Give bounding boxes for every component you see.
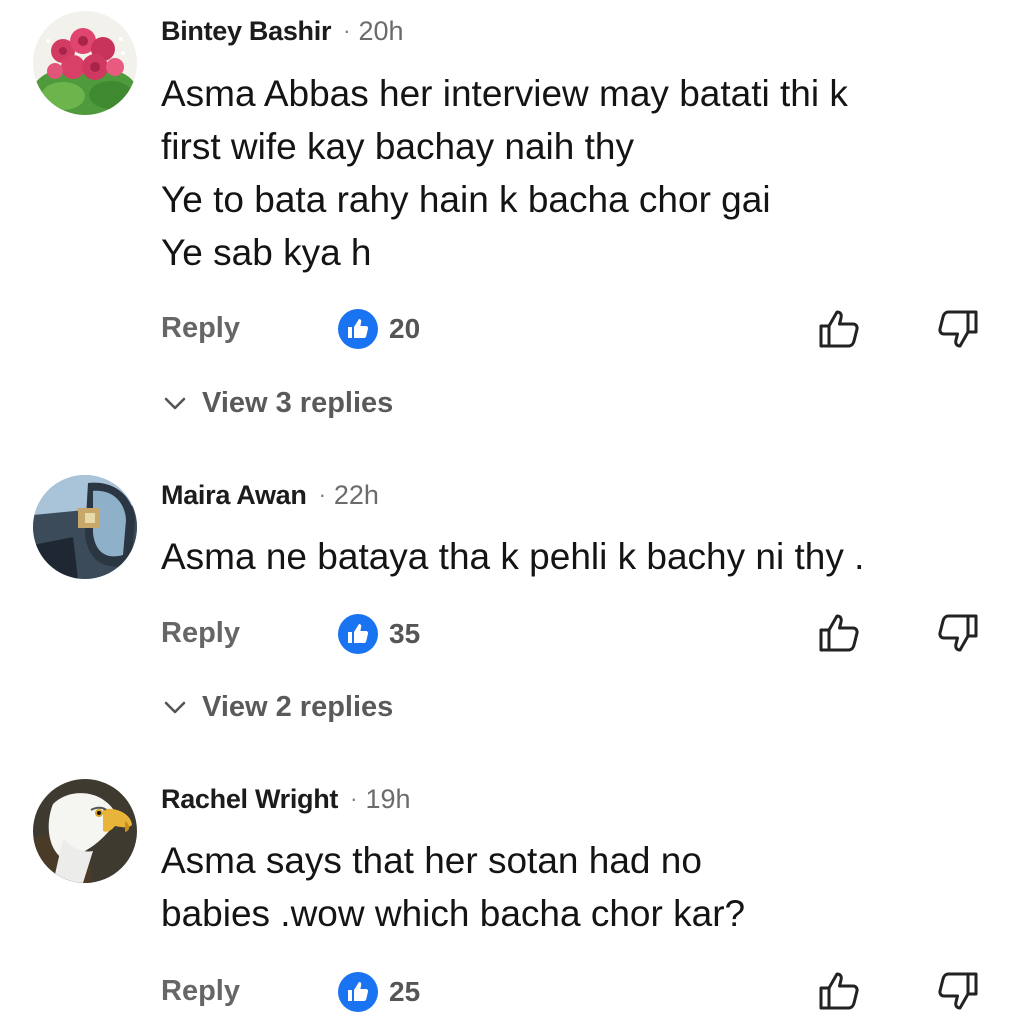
meta-separator: · <box>343 18 351 43</box>
thumbs-down-icon[interactable] <box>936 611 980 655</box>
avatar[interactable] <box>33 475 137 579</box>
car-mirror-icon <box>33 475 137 579</box>
chevron-down-icon <box>164 397 186 410</box>
avatar[interactable] <box>33 11 137 115</box>
like-count: 35 <box>389 618 421 649</box>
author-name[interactable]: Maira Awan <box>161 480 307 511</box>
like-summary: 20 <box>338 309 420 349</box>
like-badge-icon <box>338 972 378 1012</box>
eagle-icon <box>33 779 137 883</box>
comments-feed: Bintey Bashir · 20h Asma Abbas her inter… <box>0 0 1024 1024</box>
meta-separator: · <box>350 786 358 811</box>
avatar[interactable] <box>33 779 137 883</box>
thumbs-up-icon[interactable] <box>817 969 861 1013</box>
view-replies-button[interactable]: View 3 replies <box>160 385 393 421</box>
like-count: 20 <box>389 313 421 344</box>
view-replies-button[interactable]: View 2 replies <box>160 689 393 725</box>
comment-text: Asma Abbas her interview may batati thi … <box>161 73 848 273</box>
like-count: 25 <box>389 976 421 1007</box>
comment-header: Rachel Wright · 19h <box>161 781 411 817</box>
comment-header: Bintey Bashir · 20h <box>161 13 404 49</box>
author-name[interactable]: Rachel Wright <box>161 784 338 815</box>
author-name[interactable]: Bintey Bashir <box>161 16 331 47</box>
thumbs-down-icon[interactable] <box>936 307 980 351</box>
comment-text: Asma ne bataya tha k pehli k bachy ni th… <box>161 536 865 577</box>
comment-time: 19h <box>365 783 411 814</box>
reply-button[interactable]: Reply <box>161 310 240 346</box>
comment-text: Asma says that her sotan had no babies .… <box>161 840 746 934</box>
comment-time: 22h <box>333 479 379 510</box>
like-summary: 35 <box>338 614 420 654</box>
comment-header: Maira Awan · 22h <box>161 477 379 513</box>
like-badge-icon <box>338 614 378 654</box>
like-badge-icon <box>338 309 378 349</box>
view-replies-label: View 3 replies <box>202 386 394 419</box>
reply-button[interactable]: Reply <box>161 615 240 651</box>
like-summary: 25 <box>338 972 420 1012</box>
thumbs-up-icon[interactable] <box>817 611 861 655</box>
thumbs-down-icon[interactable] <box>936 969 980 1013</box>
reply-button[interactable]: Reply <box>161 973 240 1009</box>
thumbs-up-icon[interactable] <box>817 307 861 351</box>
view-replies-label: View 2 replies <box>202 690 394 723</box>
comment-time: 20h <box>358 15 404 46</box>
meta-separator: · <box>318 482 326 507</box>
chevron-down-icon <box>164 701 186 714</box>
rose-bouquet-icon <box>33 11 137 115</box>
